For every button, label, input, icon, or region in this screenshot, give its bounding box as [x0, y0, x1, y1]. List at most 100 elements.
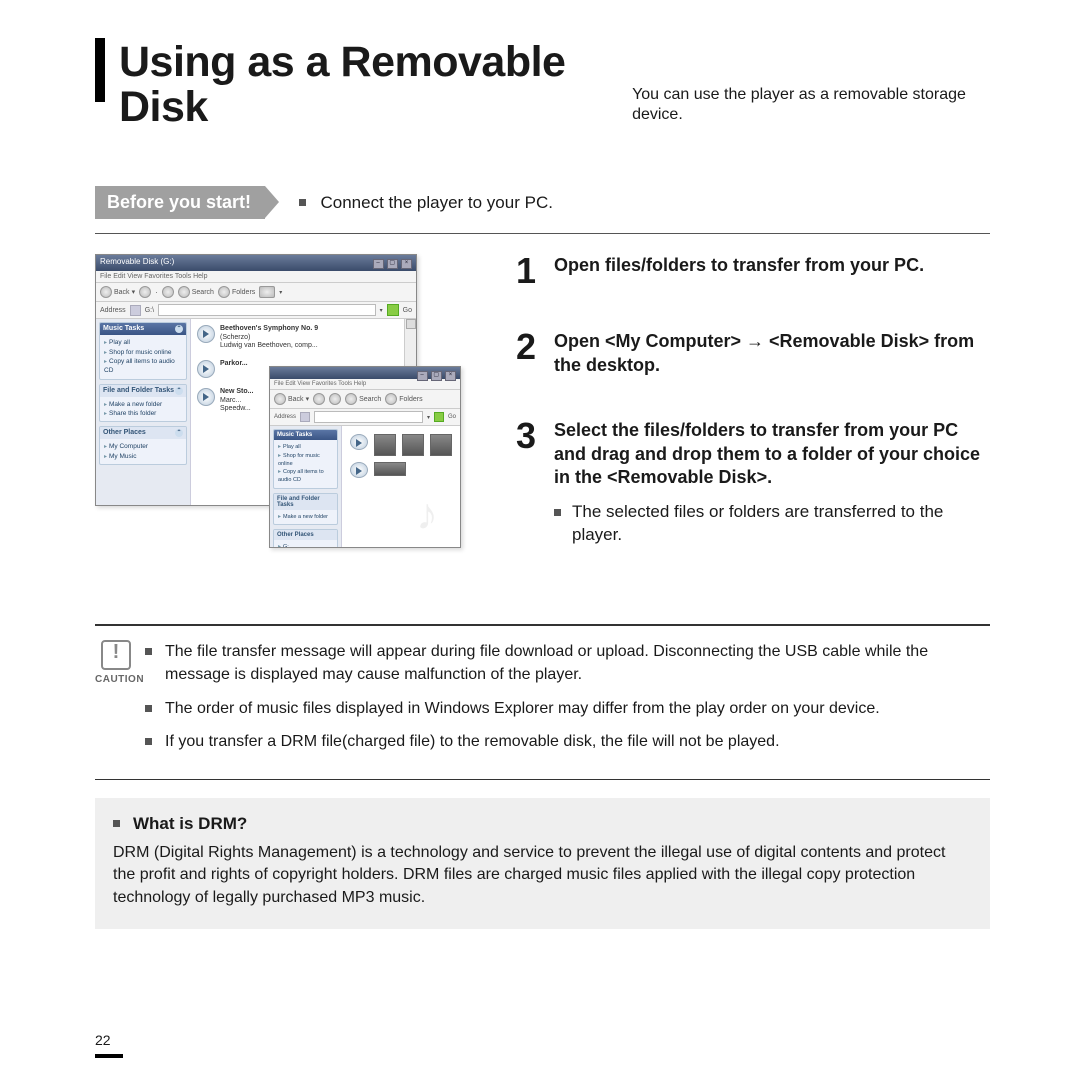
step-subtext: The selected files or folders are transf…	[554, 501, 990, 545]
panel-item: Play all	[104, 338, 182, 347]
close-icon: ×	[401, 259, 412, 269]
address-value: G:\	[145, 307, 154, 314]
panel-title: Music Tasks	[103, 325, 144, 333]
back-button-label: Back	[114, 289, 130, 296]
thumbnail-icon	[374, 462, 406, 476]
search-icon	[178, 286, 190, 298]
window-controls: – ▢ ×	[372, 257, 412, 269]
other-places-panel: Other Places⌃ My Computer My Music	[99, 426, 187, 465]
folders-icon	[385, 393, 397, 405]
panel-title: File and Folder Tasks	[277, 496, 334, 508]
drm-title: What is DRM?	[113, 814, 972, 834]
address-label: Address	[100, 307, 126, 314]
page-title: Using as a Removable Disk	[119, 40, 622, 130]
panel-item: Make a new folder	[278, 513, 333, 522]
minimize-icon: –	[373, 259, 384, 269]
panel-item: Copy all items to audio CD	[104, 357, 182, 375]
before-item: Connect the player to your PC.	[299, 193, 553, 213]
caution-item: The file transfer message will appear du…	[145, 640, 990, 686]
window-title: Removable Disk (G:)	[100, 257, 174, 269]
music-file-icon	[197, 360, 215, 378]
collapse-icon: ⌃	[175, 325, 183, 333]
address-bar: Address ▾ Go	[270, 409, 460, 426]
panel-item: Copy all items to audio CD	[278, 468, 333, 484]
file-item: Beethoven's Symphony No. 9(Scherzo)Ludwi…	[197, 325, 410, 350]
music-file-icon	[197, 388, 215, 406]
before-you-start-row: Before you start! Connect the player to …	[95, 186, 990, 234]
section-accent-bar	[95, 38, 105, 102]
address-input	[314, 411, 423, 423]
step-title: Select the files/folders to transfer fro…	[554, 419, 990, 489]
window-menubar: File Edit View Favorites Tools Help	[96, 271, 416, 282]
window-titlebar: – ▢ ×	[270, 367, 460, 379]
music-file-icon	[350, 434, 368, 450]
collapse-icon: ⌃	[175, 429, 183, 437]
caution-badge: CAUTION	[95, 640, 137, 763]
back-icon	[274, 393, 286, 405]
step-1: 1 Open files/folders to transfer from yo…	[516, 254, 990, 288]
explorer-content	[342, 426, 460, 548]
address-input	[158, 304, 376, 316]
explorer-sidebar: Music Tasks⌃ Play all Shop for music onl…	[96, 319, 191, 506]
search-button-label: Search	[192, 289, 214, 296]
page-subtitle: You can use the player as a removable st…	[632, 85, 990, 127]
caution-label: CAUTION	[95, 674, 137, 685]
maximize-icon: ▢	[431, 371, 442, 381]
go-icon	[387, 304, 399, 316]
panel-title: File and Folder Tasks	[103, 387, 174, 395]
window-toolbar: Back ▾ Search Folders	[270, 389, 460, 409]
minimize-icon: –	[417, 371, 428, 381]
folders-icon	[218, 286, 230, 298]
other-places-panel: Other Places G: My Music My Computer My …	[273, 529, 338, 548]
file-title: Beethoven's Symphony No. 9	[220, 325, 318, 333]
step-3: 3 Select the files/folders to transfer f…	[516, 419, 990, 545]
folders-button-label: Folders	[232, 289, 255, 296]
caution-icon	[101, 640, 131, 670]
step-number: 3	[516, 419, 554, 545]
step-title: Open <My Computer> → <Removable Disk> fr…	[554, 330, 990, 377]
file-subtitle: (Scherzo)	[220, 334, 250, 341]
drm-info-box: What is DRM? DRM (Digital Rights Managem…	[95, 798, 990, 929]
maximize-icon: ▢	[387, 259, 398, 269]
file-artist: Speedw...	[220, 405, 251, 412]
drive-icon	[130, 305, 141, 316]
music-note-icon	[420, 496, 454, 542]
search-icon	[345, 393, 357, 405]
window-controls: – ▢ ×	[416, 369, 456, 377]
screenshot-illustration: Removable Disk (G:) – ▢ × File Edit View…	[95, 254, 460, 554]
forward-icon	[139, 286, 151, 298]
close-icon: ×	[445, 371, 456, 381]
panel-item: Make a new folder	[104, 400, 182, 409]
thumbnail-icon	[374, 434, 396, 456]
thumbnail-icon	[430, 434, 452, 456]
step-2: 2 Open <My Computer> → <Removable Disk> …	[516, 330, 990, 377]
go-button-label: Go	[403, 307, 412, 314]
address-bar: Address G:\ ▾ Go	[96, 302, 416, 319]
music-tasks-panel: Music Tasks Play all Shop for music onli…	[273, 429, 338, 488]
page-number: 22	[95, 1032, 111, 1048]
music-file-icon	[197, 325, 215, 343]
file-title: New Sto...	[220, 388, 253, 396]
panel-item: My Computer	[104, 442, 182, 451]
back-button-label: Back	[288, 396, 304, 403]
before-badge: Before you start!	[95, 186, 265, 219]
drm-body: DRM (Digital Rights Management) is a tec…	[113, 842, 972, 909]
window-toolbar: Back ▾ · Search Folders ▾	[96, 282, 416, 302]
up-icon	[162, 286, 174, 298]
panel-item: Shop for music online	[278, 452, 333, 468]
panel-item: G:	[278, 543, 333, 548]
music-tasks-panel: Music Tasks⌃ Play all Shop for music onl…	[99, 322, 187, 379]
caution-block: CAUTION The file transfer message will a…	[95, 624, 990, 780]
step-title: Open files/folders to transfer from your…	[554, 254, 990, 277]
window-titlebar: Removable Disk (G:) – ▢ ×	[96, 255, 416, 271]
back-icon	[100, 286, 112, 298]
search-button-label: Search	[359, 396, 381, 403]
caution-item: The order of music files displayed in Wi…	[145, 697, 990, 720]
music-file-icon	[350, 462, 368, 478]
panel-item: Share this folder	[104, 409, 182, 418]
go-icon	[434, 412, 444, 422]
file-title: Parkor...	[220, 360, 248, 368]
step-number: 1	[516, 254, 554, 288]
steps-list: 1 Open files/folders to transfer from yo…	[516, 254, 990, 554]
caution-item: If you transfer a DRM file(charged file)…	[145, 730, 990, 753]
